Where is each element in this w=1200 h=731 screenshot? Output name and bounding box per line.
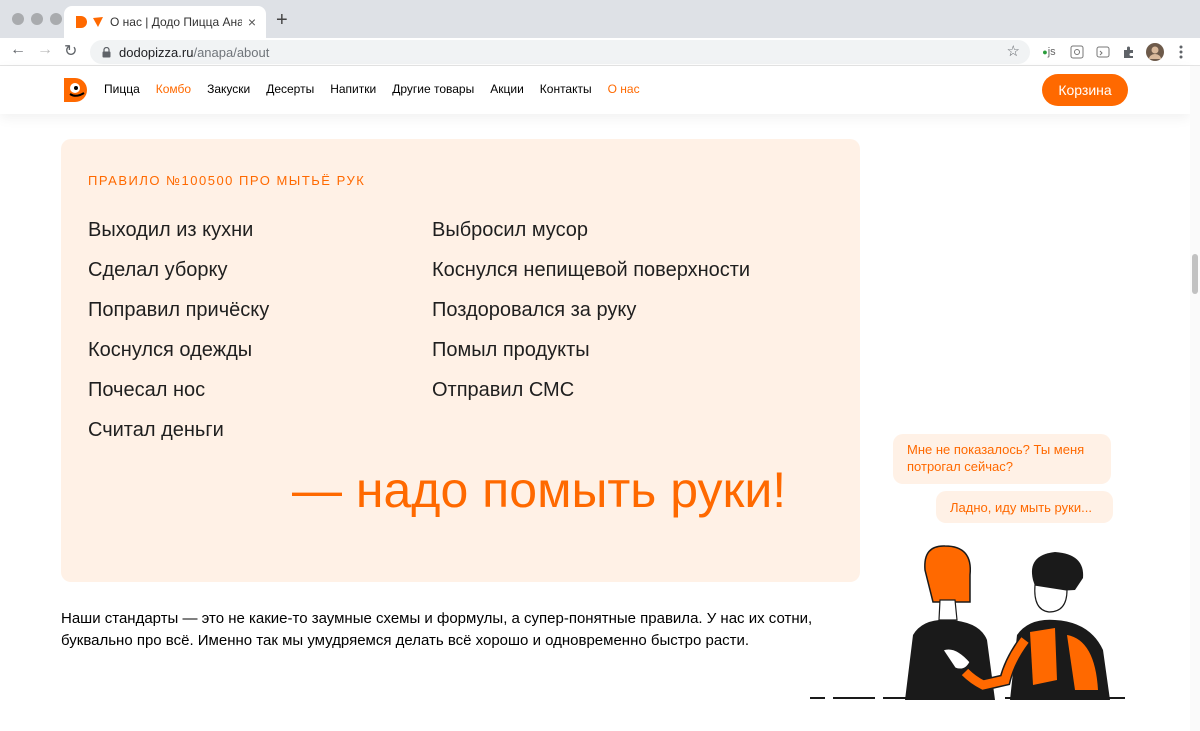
main-nav: Пицца Комбо Закуски Десерты Напитки Друг…: [104, 82, 656, 96]
rule-conclusion: — надо помыть руки!: [292, 462, 787, 518]
list-item: Поправил причёску: [88, 299, 270, 321]
chat-bubble-man: Ладно, иду мыть руки...: [936, 491, 1113, 523]
rule-list-right: Выбросил мусор Коснулся непищевой поверх…: [432, 215, 750, 415]
lock-icon: [102, 46, 111, 57]
nav-item-desserts[interactable]: Десерты: [266, 82, 314, 96]
list-item: Поздоровался за руку: [432, 299, 637, 321]
list-item: Сделал уборку: [88, 259, 228, 281]
new-tab-button[interactable]: +: [276, 9, 288, 32]
browser-toolbar: ← → ↻ dodopizza.ru/anapa/about ☆ ● js: [0, 38, 1200, 66]
handwashing-rule-card: ПРАВИЛО №100500 ПРО МЫТЬЁ РУК Выходил из…: [61, 139, 860, 582]
list-item: Выходил из кухни: [88, 219, 254, 241]
nav-item-drinks[interactable]: Напитки: [330, 82, 376, 96]
scrollbar-thumb[interactable]: [1192, 254, 1198, 294]
rule-list-left: Выходил из кухни Сделал уборку Поправил …: [88, 215, 269, 455]
list-item: Выбросил мусор: [432, 219, 589, 241]
url-host: dodopizza.ru: [119, 44, 194, 60]
nav-item-promos[interactable]: Акции: [490, 82, 524, 96]
list-item: Помыл продукты: [432, 339, 590, 361]
browser-tab[interactable]: О нас | Додо Пицца Анапа ×: [64, 6, 266, 38]
list-item: Коснулся непищевой поверхности: [432, 259, 751, 281]
reload-icon[interactable]: ↻: [64, 41, 77, 61]
browser-menu-icon[interactable]: [1172, 43, 1190, 61]
chat-bubble-woman: Мне не показалось? Ты меня потрогал сейч…: [893, 434, 1111, 484]
list-item: Отправил СМС: [432, 379, 575, 401]
bookmark-star-icon[interactable]: ☆: [1007, 42, 1020, 60]
tab-close-icon[interactable]: ×: [248, 14, 256, 30]
url-path: /anapa/about: [193, 44, 270, 60]
rule-heading: ПРАВИЛО №100500 ПРО МЫТЬЁ РУК: [88, 173, 366, 188]
site-header: Пицца Комбо Закуски Десерты Напитки Друг…: [0, 66, 1190, 114]
cart-button[interactable]: Корзина: [1042, 74, 1128, 106]
dev-extension-icon[interactable]: [1094, 43, 1112, 61]
nav-item-contacts[interactable]: Контакты: [540, 82, 592, 96]
list-item: Почесал нос: [88, 379, 206, 401]
nav-item-snacks[interactable]: Закуски: [207, 82, 250, 96]
minimize-window-button[interactable]: [31, 13, 43, 25]
nav-item-about[interactable]: О нас: [608, 82, 640, 96]
nav-item-pizza[interactable]: Пицца: [104, 82, 140, 96]
list-item: Коснулся одежды: [88, 339, 253, 361]
screenshot-extension-icon[interactable]: [1068, 43, 1086, 61]
nav-item-other[interactable]: Другие товары: [392, 82, 474, 96]
profile-avatar[interactable]: [1146, 43, 1164, 61]
address-bar[interactable]: dodopizza.ru/anapa/about ☆: [90, 40, 1030, 64]
page-scrollbar[interactable]: [1190, 66, 1200, 731]
dodo-logo-icon[interactable]: [62, 76, 90, 104]
standards-description: Наши стандарты — это не какие-то заумные…: [61, 610, 813, 649]
list-item: Считал деньги: [88, 419, 224, 441]
js-extension-icon[interactable]: ● js: [1040, 43, 1058, 61]
couple-illustration: [810, 545, 1125, 700]
nav-item-combo[interactable]: Комбо: [156, 82, 191, 96]
browser-tabbar: О нас | Додо Пицца Анапа × +: [0, 0, 1200, 38]
maximize-window-button[interactable]: [50, 13, 62, 25]
pizza-slice-icon: [93, 17, 103, 27]
forward-arrow-icon[interactable]: →: [37, 41, 53, 59]
close-window-button[interactable]: [12, 13, 24, 25]
puzzle-extensions-icon[interactable]: [1120, 43, 1138, 61]
tab-title: О нас | Додо Пицца Анапа: [110, 15, 242, 29]
js-extension-label: js: [1047, 46, 1056, 58]
back-arrow-icon[interactable]: ←: [10, 41, 26, 59]
dodo-favicon-icon: [76, 16, 87, 28]
